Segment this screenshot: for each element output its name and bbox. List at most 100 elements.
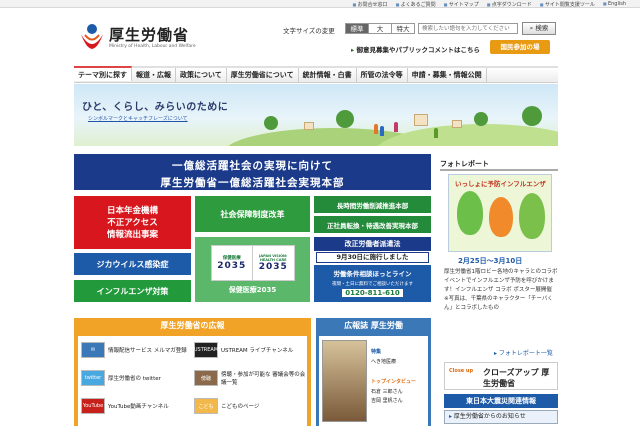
hotline-note: 夜間・土日に無料でご相談いただけます bbox=[332, 282, 413, 287]
kids-icon: こども bbox=[194, 398, 218, 414]
font-size-label: 文字サイズの変更 bbox=[283, 27, 335, 35]
top-link-braille[interactable]: 点字ダウンロード bbox=[487, 1, 532, 8]
mascot-figure bbox=[457, 191, 483, 235]
nav-item-applications[interactable]: 申請・募集・情報公開 bbox=[408, 68, 487, 83]
magazine-title: 広報誌 厚生労働 bbox=[344, 321, 403, 330]
participation-button[interactable]: 国民参加の場 bbox=[490, 40, 550, 54]
influenza-tile[interactable]: インフルエンザ対策 bbox=[74, 280, 191, 302]
magazine-name-1: 石倉 三郎さん bbox=[371, 389, 403, 395]
main-banner-line2: 厚生労働省一億総活躍社会実現本部 bbox=[160, 177, 345, 189]
top-link-sitemap[interactable]: サイトマップ bbox=[444, 1, 479, 8]
hc-caption: 保健医療2035 bbox=[228, 285, 277, 294]
earthquake-notice-link[interactable]: 厚生労働省からのお知らせ bbox=[444, 410, 558, 424]
twitter-icon: twitter bbox=[81, 370, 105, 386]
mail-icon: ✉ bbox=[81, 342, 105, 358]
photo-report-list-link[interactable]: フォトレポート一覧 bbox=[494, 348, 553, 357]
page: お問合せ窓口 よくあるご質問 サイトマップ 点字ダウンロード サイト閲覧支援ツー… bbox=[0, 0, 640, 426]
logo-subtitle: Ministry of Health, Labour and Welfare bbox=[109, 44, 196, 49]
magazine-panel: 広報誌 厚生労働 特集 へき地医療 トップインタビュー 石倉 三郎さん 吉岡 里… bbox=[316, 318, 431, 426]
photo-report-image[interactable]: いっしょに予防インフルエンザ bbox=[448, 174, 552, 252]
tree-icon bbox=[336, 110, 354, 128]
mascot-figure bbox=[489, 197, 513, 237]
top-utility-bar: お問合せ窓口 よくあるご質問 サイトマップ 点字ダウンロード サイト閲覧支援ツー… bbox=[0, 0, 640, 8]
pension-leak-line2: 不正アクセス bbox=[107, 217, 158, 228]
person-icon bbox=[394, 122, 398, 132]
zika-tile[interactable]: ジカウイルス感染症 bbox=[74, 253, 191, 275]
regular-employee-tile[interactable]: 正社員転換・待遇改善実現本部 bbox=[314, 216, 431, 233]
dispatch-law-tile[interactable]: 改正労働者派遣法 bbox=[314, 237, 431, 251]
nav-item-policy[interactable]: 政策について bbox=[176, 68, 227, 83]
site-logo[interactable]: 厚生労働省 Ministry of Health, Labour and Wel… bbox=[78, 22, 228, 58]
overtime-tile[interactable]: 長時間労働削減推進本部 bbox=[314, 196, 431, 213]
hotline-number: 0120-811-610 bbox=[342, 289, 403, 297]
top-links: お問合せ窓口 よくあるご質問 サイトマップ 点字ダウンロード サイト閲覧支援ツー… bbox=[352, 0, 626, 8]
kouhou-item-label: 厚生労働省の twitter bbox=[108, 376, 161, 382]
nav-item-themes[interactable]: テーマ別に探す bbox=[74, 66, 132, 81]
nav-item-about[interactable]: 厚生労働省について bbox=[227, 68, 299, 83]
tree-icon bbox=[264, 116, 278, 130]
magazine-interview-label: トップインタビュー bbox=[371, 379, 417, 385]
kouhou-item-youtube[interactable]: YouTube YouTube動画チャンネル bbox=[81, 396, 193, 416]
healthcare-2035-logo: 保健医療 2035 JAPAN VISION: HEALTH CARE 2035 bbox=[210, 244, 295, 281]
pension-leak-line3: 情報流出事案 bbox=[106, 229, 158, 240]
person-icon bbox=[374, 124, 378, 134]
healthcare-2035-tile[interactable]: 保健医療 2035 JAPAN VISION: HEALTH CARE 2035… bbox=[195, 237, 310, 302]
font-size-standard-button[interactable]: 標準 bbox=[345, 23, 369, 34]
poster-title: いっしょに予防インフルエンザ bbox=[455, 180, 546, 188]
nav-item-statistics[interactable]: 統計情報・白書 bbox=[299, 68, 357, 83]
person-icon bbox=[434, 128, 438, 138]
mhlw-logo-icon bbox=[81, 24, 103, 49]
public-comment-link[interactable]: 御意見募集やパブリックコメントはこちら bbox=[351, 44, 481, 54]
search-button[interactable]: ⌕ 検索 bbox=[522, 22, 556, 35]
kouhou-item-label: 情報配信サービス メルマガ登録 bbox=[108, 348, 187, 354]
top-link-english[interactable]: English bbox=[603, 1, 626, 7]
pension-leak-tile[interactable]: 日本年金機構 不正アクセス 情報流出事案 bbox=[74, 196, 191, 249]
house-icon bbox=[414, 114, 428, 126]
top-link-contact[interactable]: お問合せ窓口 bbox=[352, 1, 388, 8]
magazine-cover-image[interactable] bbox=[322, 340, 367, 422]
tree-icon bbox=[474, 112, 488, 126]
magazine-feature: へき地医療 bbox=[371, 359, 397, 365]
hc-en-label: JAPAN VISION: HEALTH CARE bbox=[259, 253, 288, 262]
kouhou-item-mailmag[interactable]: ✉ 情報配信サービス メルマガ登録 bbox=[81, 340, 193, 360]
closeup-title: クローズアップ 厚生労働省 bbox=[483, 368, 550, 388]
top-link-faq[interactable]: よくあるご質問 bbox=[396, 1, 436, 8]
font-size-large-button[interactable]: 大 bbox=[368, 23, 392, 34]
kouhou-item-kids[interactable]: こども こどものページ bbox=[194, 396, 306, 416]
main-nav: テーマ別に探す 報道・広報 政策について 厚生労働省について 統計情報・白書 所… bbox=[74, 66, 558, 83]
closeup-banner[interactable]: Close up クローズアップ 厚生労働省 bbox=[444, 362, 558, 390]
hc-number-left: 2035 bbox=[217, 260, 247, 271]
hotline-title: 労働条件相談ほっとライン bbox=[333, 270, 412, 278]
kouhou-title: 厚生労働省の広報 bbox=[160, 321, 225, 330]
top-link-accessibility[interactable]: サイト閲覧支援ツール bbox=[540, 1, 595, 8]
hero-symbol-link[interactable]: シンボルマークとキャッチフレーズについて bbox=[88, 115, 188, 122]
main-banner-line1: 一億総活躍社会の実現に向けて bbox=[172, 160, 333, 172]
mascot-figure bbox=[519, 193, 545, 239]
nav-item-laws[interactable]: 所管の法令等 bbox=[357, 68, 408, 83]
person-icon bbox=[380, 126, 384, 136]
earthquake-info-banner[interactable]: 東日本大震災関連情報 bbox=[444, 394, 558, 408]
kouhou-grid: ✉ 情報配信サービス メルマガ登録 USTREAM USTREAM ライブチャン… bbox=[78, 336, 307, 426]
kouhou-panel: 厚生労働省の広報 ✉ 情報配信サービス メルマガ登録 USTREAM USTRE… bbox=[74, 318, 311, 426]
hc-number-right: 2035 bbox=[258, 261, 288, 272]
kouhou-item-twitter[interactable]: twitter 厚生労働省の twitter bbox=[81, 368, 193, 388]
kouhou-item-label: USTREAM ライブチャンネル bbox=[221, 348, 294, 354]
house-icon bbox=[452, 120, 462, 128]
search-input[interactable] bbox=[418, 23, 518, 34]
nav-item-press[interactable]: 報道・広報 bbox=[132, 68, 176, 83]
kouhou-item-meetings[interactable]: 傍聴 傍聴・参加が可能な 審議会等の会議一覧 bbox=[194, 368, 306, 388]
kouhou-item-ustream[interactable]: USTREAM USTREAM ライブチャンネル bbox=[194, 340, 306, 360]
hero-tagline: ひと、くらし、みらいのために bbox=[82, 102, 229, 113]
social-security-tile[interactable]: 社会保障制度改革 bbox=[195, 196, 310, 232]
photo-report-date: 2月25日～3月10日 bbox=[458, 257, 523, 265]
ustream-icon: USTREAM bbox=[194, 342, 218, 358]
pension-leak-line1: 日本年金機構 bbox=[106, 205, 158, 216]
font-size-xlarge-button[interactable]: 特大 bbox=[391, 23, 415, 34]
magazine-body[interactable]: 特集 へき地医療 トップインタビュー 石倉 三郎さん 吉岡 里帆さん bbox=[319, 336, 428, 426]
main-banner-ichioku[interactable]: 一億総活躍社会の実現に向けて 厚生労働省一億総活躍社会実現本部 bbox=[74, 154, 431, 190]
magazine-feature-label: 特集 bbox=[371, 349, 382, 355]
hotline-tile[interactable]: 労働条件相談ほっとライン 夜間・土日に無料でご相談いただけます 0120-811… bbox=[314, 265, 431, 302]
kouhou-item-label: こどものページ bbox=[221, 404, 260, 410]
youtube-icon: YouTube bbox=[81, 398, 105, 414]
photo-report-description: 厚生労働省1階ロビー各地のキャラとのコラボイベントでインフルエンザ予防を呼びかけ… bbox=[444, 269, 558, 311]
